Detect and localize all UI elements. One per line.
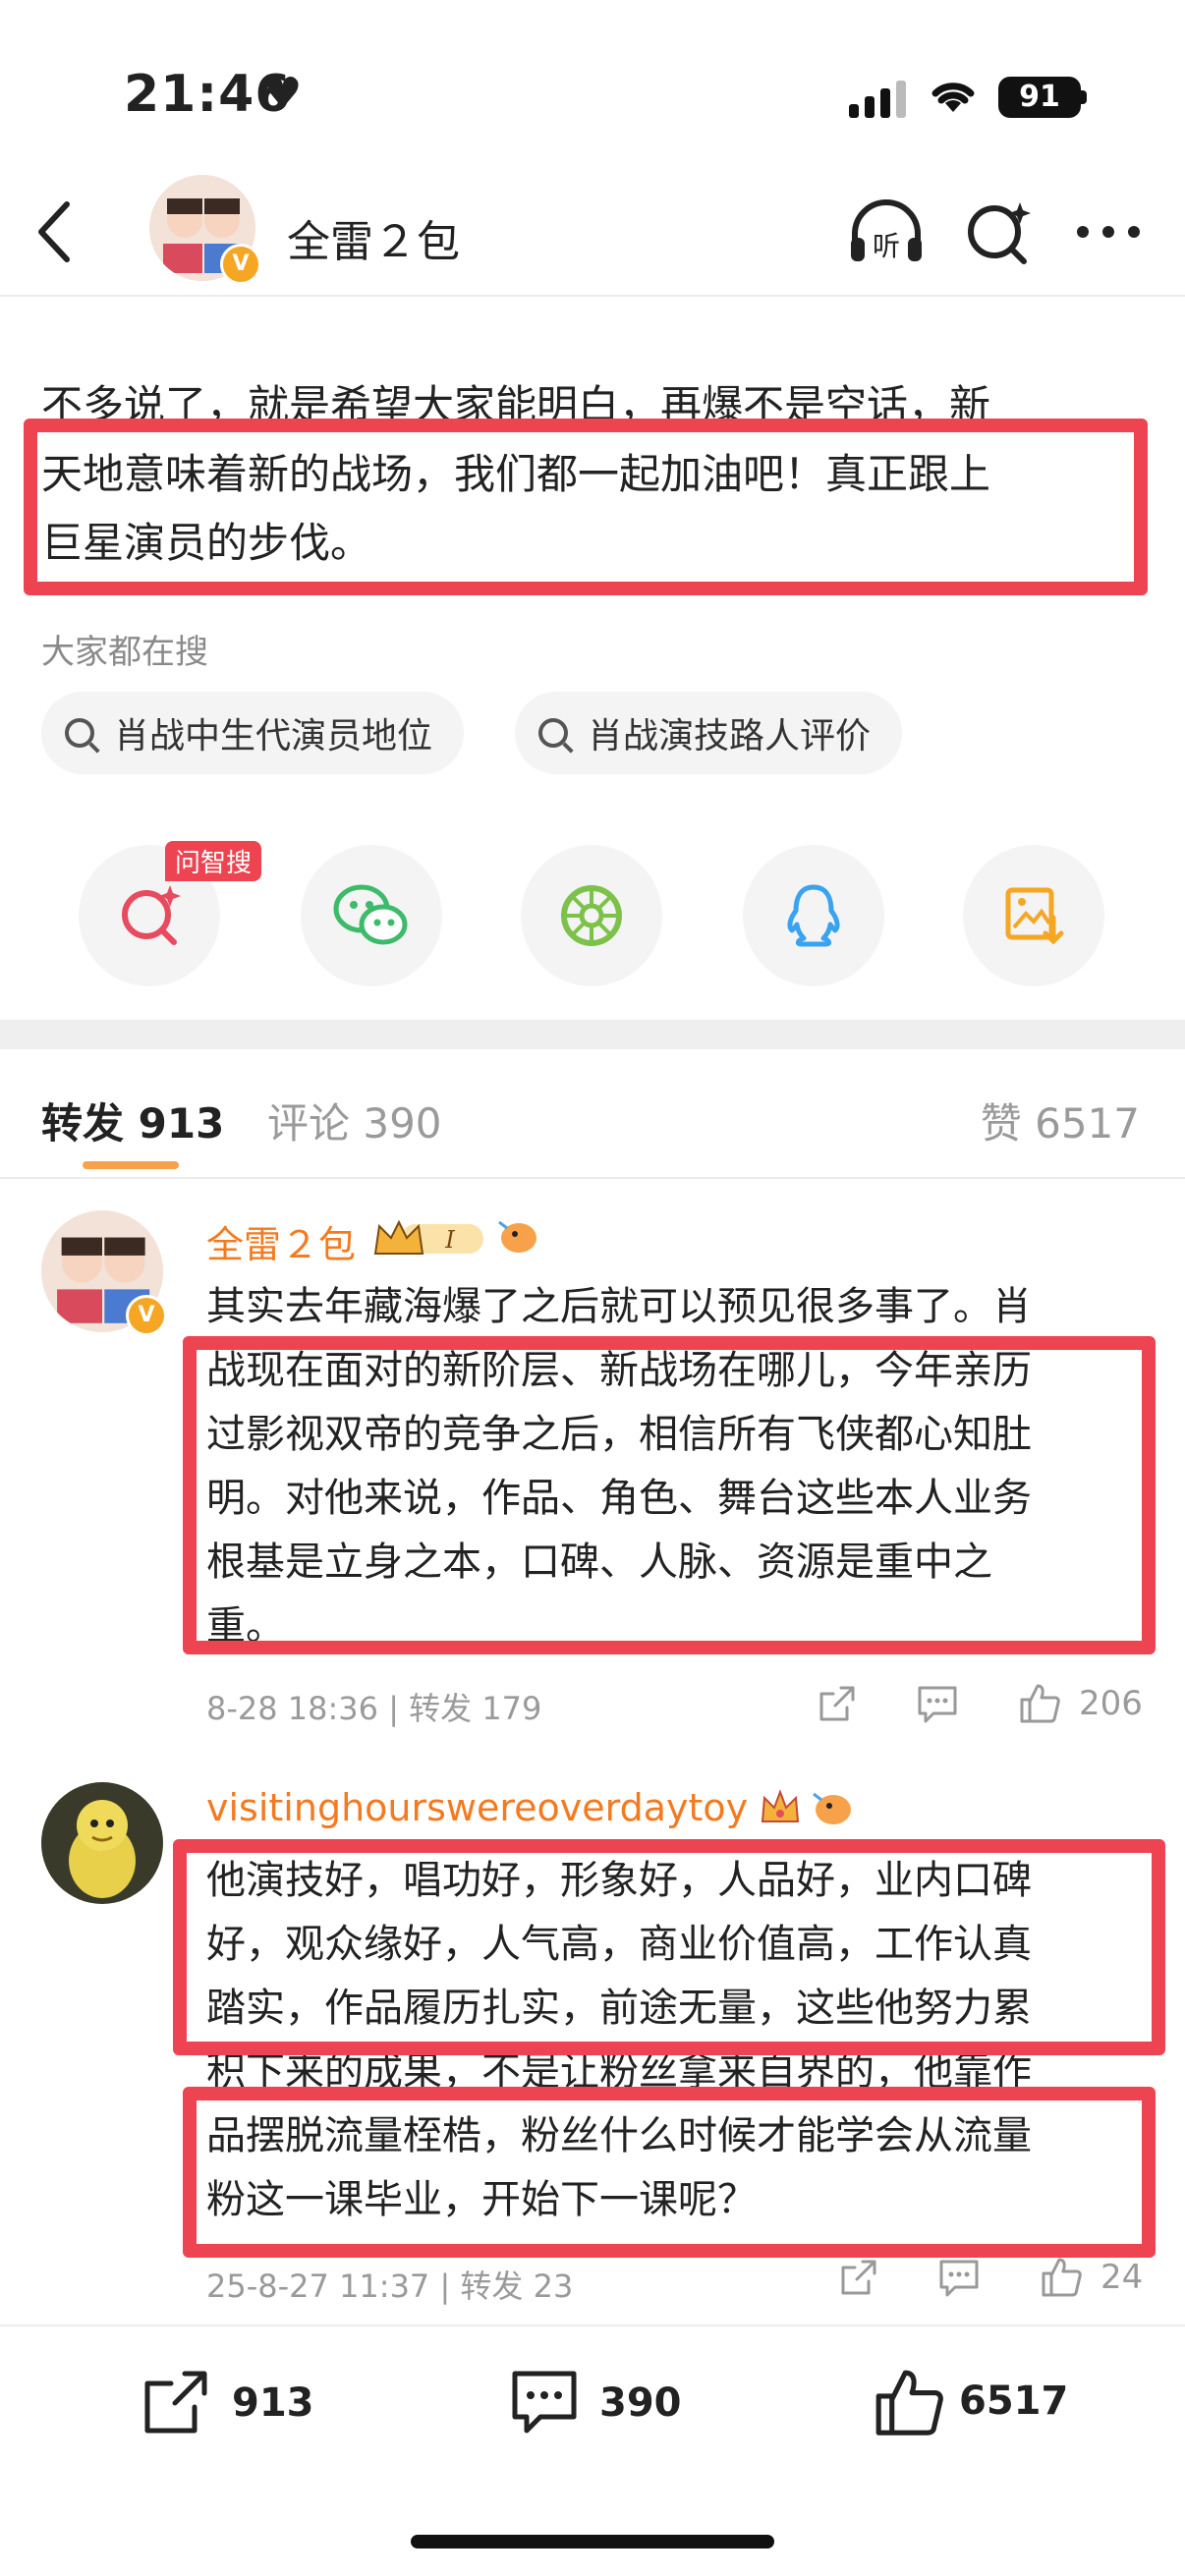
search-chip-label: 肖战演技路人评价 [588,716,872,756]
battery-indicator: 91 [998,77,1081,118]
comment-meta: 25-8-27 11:37 | 转发 23 [206,2268,574,2305]
wifi-icon [928,73,979,116]
svg-text:I: I [444,1226,455,1254]
tab-comment[interactable]: 评论 390 [267,1091,442,1150]
search-chip-label: 肖战中生代演员地位 [114,716,433,756]
highlight-box [173,1839,1165,2055]
ai-search-tag: 问智搜 [165,841,262,881]
signal-icon [849,79,908,118]
section-divider [0,1020,1185,1049]
crown-badge-icon [759,1786,802,1829]
bottom-like-count: 6517 [959,2379,1069,2424]
vip-crown-badge: I [373,1216,487,1260]
bottom-comment-button[interactable]: 390 [507,2366,704,2440]
bottom-like-button[interactable]: 6517 [869,2362,1095,2440]
wechat-share-button[interactable] [301,845,442,986]
comment-icon[interactable] [935,2256,983,2299]
svg-text:听: 听 [873,230,900,262]
repost-icon [144,2371,207,2434]
highlight-box [183,1336,1156,1654]
tab-like[interactable]: 赞 6517 [981,1091,1140,1150]
comment-username[interactable]: visitinghourswereoverdaytoy [206,1786,748,1829]
ai-search-icon [122,885,181,945]
page-title: 全雷２包 [287,217,460,267]
listen-icon[interactable]: 听 [847,196,926,267]
like-count: 206 [1079,1684,1143,1723]
like-icon[interactable] [1038,2254,1083,2299]
home-indicator [411,2535,774,2548]
qq-icon [787,884,840,947]
bottom-repost-count: 913 [232,2380,314,2426]
repost-icon[interactable] [837,2256,880,2299]
battery-tip [1081,90,1087,104]
header-divider [0,295,1185,297]
highlight-box [183,2087,1156,2258]
fish-badge-icon [495,1214,540,1258]
save-image-share-button[interactable] [963,845,1104,986]
tab-repost[interactable]: 转发 913 [41,1091,224,1150]
comment-line: 其实去年藏海爆了之后就可以预见很多事了。肖 [206,1284,1032,1329]
verified-badge: V [126,1295,167,1336]
comment-username[interactable]: 全雷２包 [206,1214,356,1268]
fish-badge-icon [810,1786,855,1829]
repost-icon[interactable] [816,1682,859,1725]
comment-meta: 8-28 18:36 | 转发 179 [206,1690,542,1727]
verified-badge: V [220,244,261,285]
moments-icon [561,885,622,946]
tab-indicator [83,1161,179,1169]
more-icon[interactable] [1075,222,1142,242]
like-icon [875,2370,943,2436]
search-icon [65,718,94,748]
search-chip[interactable]: 肖战演技路人评价 [515,692,903,774]
save-image-icon [1005,887,1064,945]
ai-search-icon[interactable] [963,196,1034,267]
comment-avatar[interactable] [41,1782,163,1904]
bottom-divider [0,2324,1185,2326]
like-count: 24 [1100,2258,1144,2297]
wechat-icon [333,884,408,945]
bottom-comment-count: 390 [599,2380,682,2426]
bottom-repost-button[interactable]: 913 [140,2366,336,2440]
comment-icon[interactable] [914,1682,961,1725]
qq-share-button[interactable] [743,845,884,986]
highlight-box [24,419,1148,595]
moments-share-button[interactable] [521,845,662,986]
search-chip[interactable]: 肖战中生代演员地位 [41,692,465,774]
search-section-label: 大家都在搜 [41,633,208,672]
tab-divider [0,1177,1185,1179]
comment-icon [512,2371,577,2434]
heart-icon: ♥ [263,69,303,119]
like-icon[interactable] [1016,1680,1061,1725]
search-icon [538,718,568,748]
back-button[interactable] [28,196,83,267]
